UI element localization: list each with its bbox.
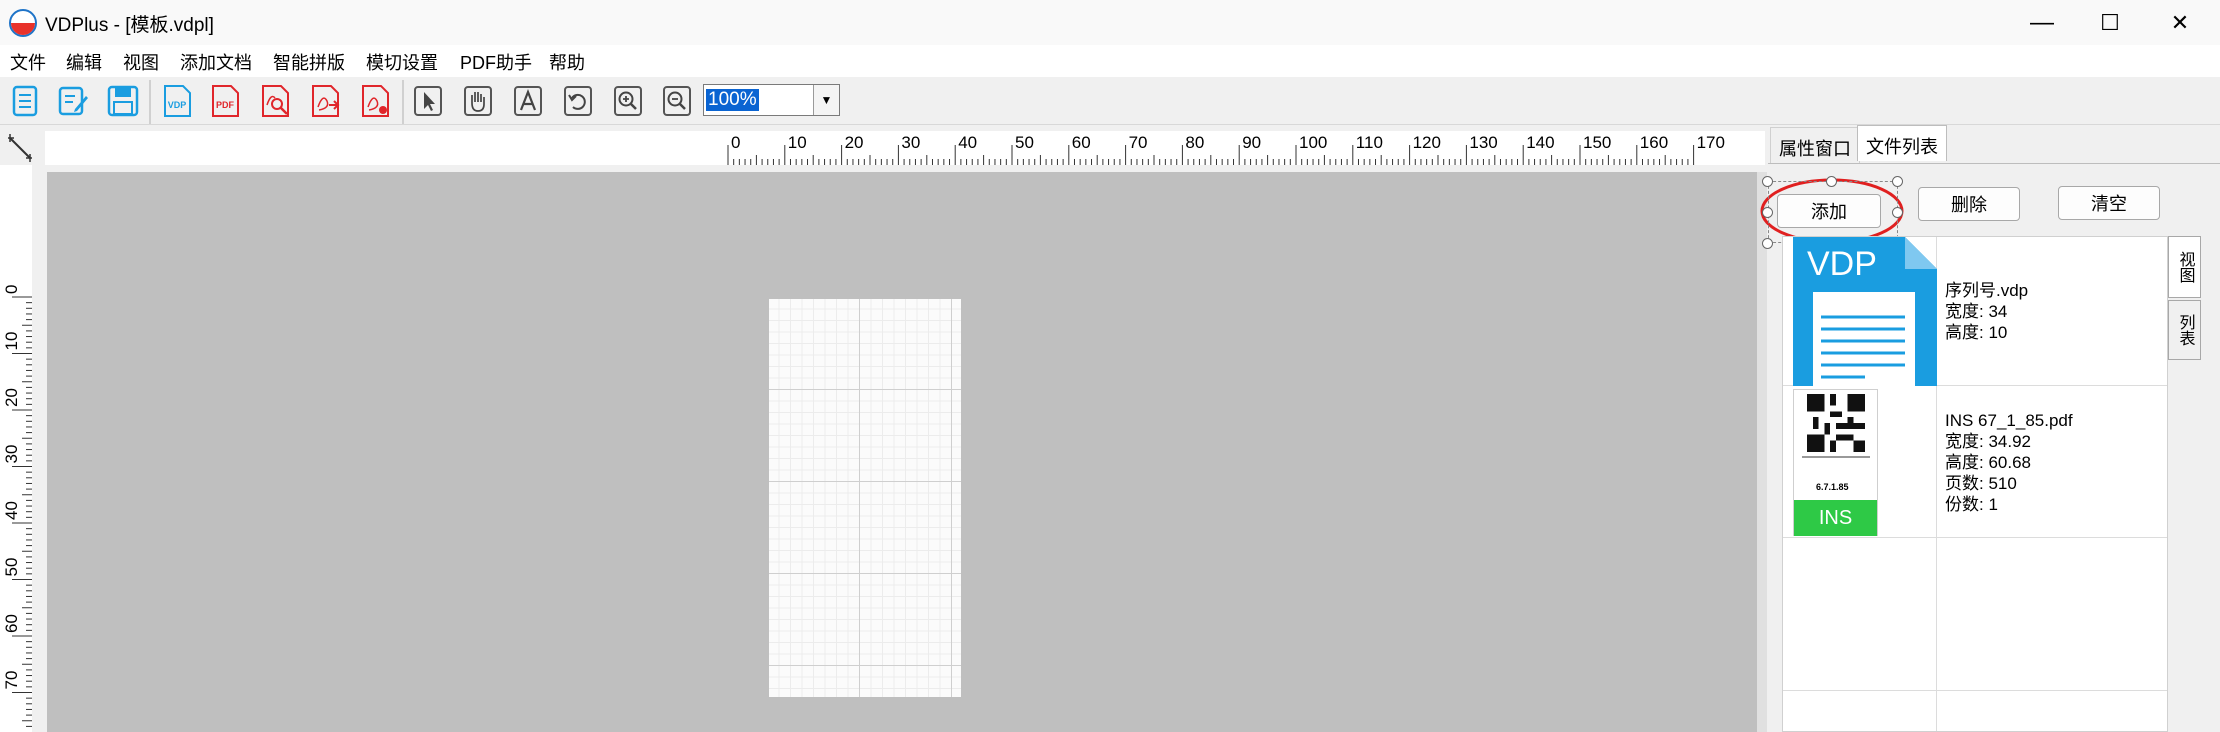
- resize-handle[interactable]: [1826, 176, 1837, 187]
- thumb-code: 6.7.1.85: [1816, 482, 1849, 492]
- ruler-origin-icon[interactable]: [6, 132, 34, 162]
- ruler-label: 160: [1640, 133, 1668, 152]
- row-divider: [1783, 690, 2167, 691]
- pdf-icon-label: PDF: [216, 100, 235, 110]
- vdp-icon[interactable]: VDP: [159, 83, 195, 119]
- edit-doc-icon[interactable]: [55, 83, 91, 119]
- file-height: 高度: 10: [1945, 323, 2008, 342]
- ruler-label: 40: [2, 501, 21, 520]
- pdf-file-thumbnail: 6.7.1.85 INS: [1793, 389, 1878, 536]
- title-bar: VDPlus - [模板.vdpl] — ☐ ✕: [0, 0, 2220, 45]
- select-pointer-icon[interactable]: [410, 83, 446, 119]
- close-button[interactable]: ✕: [2144, 0, 2216, 45]
- ruler-label: 170: [1697, 133, 1725, 152]
- file-width: 宽度: 34.92: [1945, 432, 2031, 451]
- ruler-label: 70: [1129, 133, 1148, 152]
- vdp-file-thumbnail: VDP: [1793, 237, 1937, 386]
- ruler-label: 0: [731, 133, 740, 152]
- zoom-in-icon[interactable]: [610, 83, 646, 119]
- vertical-ruler: 0 10 20 30 40 50 60 70: [0, 165, 32, 732]
- tab-properties[interactable]: 属性窗口: [1770, 127, 1860, 163]
- menu-view[interactable]: 视图: [123, 49, 159, 75]
- pdf-export-icon[interactable]: [307, 83, 343, 119]
- menu-smart-imposition[interactable]: 智能拼版: [273, 49, 345, 75]
- menu-bar: 文件 编辑 视图 添加文档 智能拼版 模切设置 PDF助手 帮助: [0, 45, 2220, 77]
- minimize-button[interactable]: —: [2006, 0, 2078, 45]
- ruler-label: 100: [1299, 133, 1327, 152]
- ruler-label: 10: [2, 332, 21, 351]
- ruler-label: 80: [1185, 133, 1204, 152]
- pdf-icon[interactable]: PDF: [207, 83, 243, 119]
- save-icon[interactable]: [105, 83, 141, 119]
- ruler-label: 10: [788, 133, 807, 152]
- qr-code-icon: [1807, 394, 1865, 452]
- ruler-label: 0: [2, 285, 21, 294]
- menu-edit[interactable]: 编辑: [66, 49, 102, 75]
- ruler-label: 50: [1015, 133, 1034, 152]
- zoom-out-icon[interactable]: [659, 83, 695, 119]
- vertical-scrollbar[interactable]: [1757, 172, 1767, 732]
- window-title: VDPlus - [模板.vdpl]: [45, 15, 214, 36]
- ruler-label: 130: [1469, 133, 1497, 152]
- menu-die-cut-settings[interactable]: 模切设置: [366, 49, 438, 75]
- ruler-label: 60: [1072, 133, 1091, 152]
- ruler-label: 30: [901, 133, 920, 152]
- vdp-icon-label: VDP: [168, 100, 187, 110]
- ruler-label: 120: [1413, 133, 1441, 152]
- menu-add-document[interactable]: 添加文档: [180, 49, 252, 75]
- ruler-label: 50: [2, 558, 21, 577]
- template-page[interactable]: [769, 299, 961, 697]
- ins-label: INS: [1794, 500, 1877, 536]
- rotate-icon[interactable]: [560, 83, 596, 119]
- ruler-label: 150: [1583, 133, 1611, 152]
- chevron-down-icon[interactable]: ▼: [813, 85, 839, 115]
- ruler-label: 40: [958, 133, 977, 152]
- menu-pdf-assistant[interactable]: PDF助手: [460, 49, 532, 75]
- side-tab-list[interactable]: 列表: [2168, 300, 2201, 360]
- resize-handle[interactable]: [1762, 238, 1773, 249]
- pdf-settings-icon[interactable]: [357, 83, 393, 119]
- tab-divider: [1768, 163, 2220, 164]
- hand-pan-icon[interactable]: [460, 83, 496, 119]
- ruler-label: 90: [1242, 133, 1261, 152]
- vdp-thumb-label: VDP: [1807, 245, 1877, 283]
- app-logo-icon: [9, 9, 37, 37]
- file-width: 宽度: 34: [1945, 302, 2008, 321]
- ruler-label: 20: [845, 133, 864, 152]
- selection-box: [1768, 181, 1898, 243]
- resize-handle[interactable]: [1892, 207, 1903, 218]
- maximize-button[interactable]: ☐: [2074, 0, 2146, 45]
- new-doc-icon[interactable]: [7, 83, 43, 119]
- menu-help[interactable]: 帮助: [549, 49, 585, 75]
- ruler-label: 140: [1526, 133, 1554, 152]
- file-name: 序列号.vdp: [1945, 281, 2029, 300]
- ruler-label: 20: [2, 388, 21, 407]
- pdf-search-icon[interactable]: [257, 83, 293, 119]
- menu-file[interactable]: 文件: [10, 49, 46, 75]
- horizontal-ruler: 0 10 20 30 40 50 60 70 80 90 100 110 120 130 140 150 160…: [45, 131, 1765, 165]
- side-tab-view[interactable]: 视图: [2168, 236, 2201, 298]
- resize-handle[interactable]: [1762, 207, 1773, 218]
- ruler-label: 70: [2, 671, 21, 690]
- toolbar-separator: [402, 80, 404, 124]
- file-height: 高度: 60.68: [1945, 453, 2031, 472]
- clear-button[interactable]: 清空: [2058, 186, 2160, 220]
- ruler-label: 30: [2, 445, 21, 464]
- toolbar-separator: [149, 80, 151, 124]
- tab-file-list[interactable]: 文件列表: [1857, 125, 1947, 161]
- file-name: INS 67_1_85.pdf: [1945, 411, 2073, 430]
- text-tool-icon[interactable]: [510, 83, 546, 119]
- resize-handle[interactable]: [1762, 176, 1773, 187]
- zoom-value: 100%: [706, 89, 759, 111]
- file-pages: 页数: 510: [1945, 474, 2017, 493]
- zoom-select[interactable]: 100% ▼: [703, 84, 840, 116]
- delete-button[interactable]: 删除: [1918, 187, 2020, 221]
- ruler-label: 60: [2, 614, 21, 633]
- ruler-label: 110: [1356, 133, 1383, 152]
- resize-handle[interactable]: [1892, 176, 1903, 187]
- file-copies: 份数: 1: [1945, 495, 1998, 514]
- code-text-line: [1802, 456, 1870, 458]
